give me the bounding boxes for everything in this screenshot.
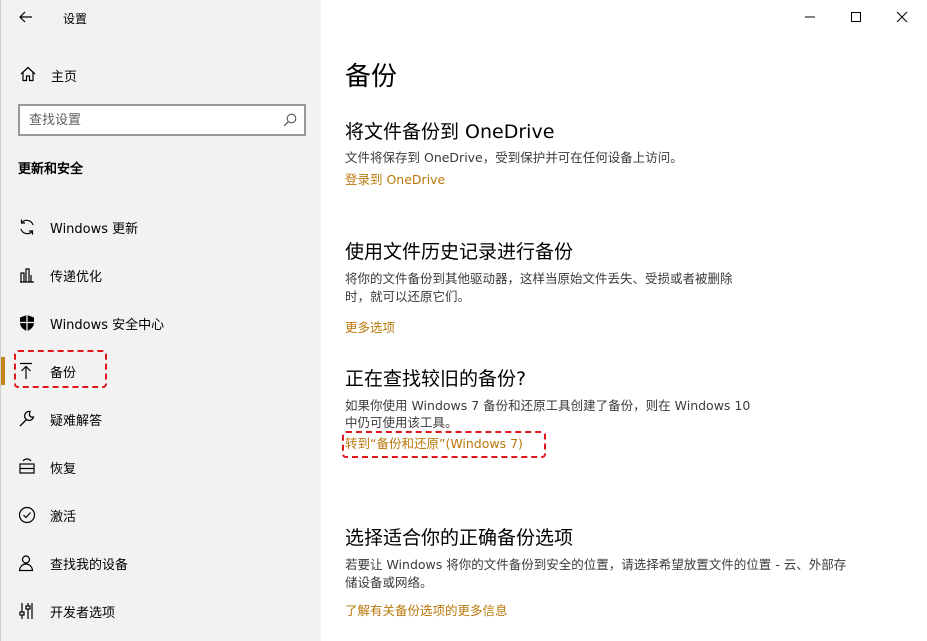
shield-icon bbox=[20, 315, 34, 331]
sidebar-item-label: 查找我的设备 bbox=[50, 558, 129, 573]
close-icon bbox=[896, 11, 908, 23]
backup-restore-windows7-link[interactable]: 转到“备份和还原”(Windows 7) bbox=[345, 433, 523, 452]
section-description-older-backup-line2: 中仍可使用该工具。 bbox=[345, 415, 458, 430]
section-title: 更新和安全 bbox=[18, 162, 84, 177]
maximize-icon bbox=[851, 12, 861, 22]
recovery-icon bbox=[19, 458, 35, 474]
sidebar-item-label: 疑难解答 bbox=[50, 414, 103, 429]
app-title: 设置 bbox=[63, 12, 88, 26]
sidebar-item-label: 开发者选项 bbox=[50, 606, 116, 621]
person-locate-icon bbox=[18, 555, 34, 572]
section-description-file-history-line1: 将你的文件备份到其他驱动器，这样当原始文件丢失、受损或者被删除 bbox=[345, 271, 733, 286]
dev-options-icon bbox=[19, 603, 33, 619]
sidebar-item-developer-options[interactable]: 开发者选项 bbox=[1, 588, 322, 632]
sidebar-item-windows-update[interactable]: Windows 更新 bbox=[1, 204, 322, 248]
section-description-backup-options-line2: 储设备或网络。 bbox=[345, 575, 433, 590]
minimize-button[interactable] bbox=[787, 0, 833, 34]
sidebar-item-delivery-optimization[interactable]: 传递优化 bbox=[1, 252, 322, 296]
home-nav-item[interactable]: 主页 bbox=[1, 56, 322, 92]
sidebar-item-troubleshoot[interactable]: 疑难解答 bbox=[1, 396, 322, 440]
section-description-backup-options-line1: 若要让 Windows 将你的文件备份到安全的位置，请选择希望放置文件的位置 -… bbox=[345, 557, 847, 572]
sync-icon bbox=[20, 219, 34, 235]
page-title: 备份 bbox=[345, 62, 398, 92]
section-heading-file-history: 使用文件历史记录进行备份 bbox=[345, 241, 574, 263]
delivery-icon bbox=[20, 268, 34, 283]
home-icon bbox=[20, 66, 36, 82]
search-box[interactable] bbox=[18, 104, 306, 136]
sidebar-item-label: 恢复 bbox=[50, 462, 77, 477]
sidebar: 设置 主页 更新和安全 Windows 更新 传递优化 Wind bbox=[0, 0, 321, 641]
section-description-onedrive: 文件将保存到 OneDrive，受到保护并可在任何设备上访问。 bbox=[345, 150, 683, 165]
sidebar-item-label: Windows 安全中心 bbox=[50, 318, 165, 333]
sign-in-onedrive-link[interactable]: 登录到 OneDrive bbox=[345, 169, 445, 188]
search-icon bbox=[283, 113, 297, 127]
more-options-link[interactable]: 更多选项 bbox=[345, 317, 395, 336]
sidebar-item-label: 激活 bbox=[50, 510, 77, 525]
sidebar-item-label: Windows 更新 bbox=[50, 222, 139, 237]
maximize-button[interactable] bbox=[833, 0, 879, 34]
section-heading-backup-options: 选择适合你的正确备份选项 bbox=[345, 527, 574, 549]
close-button[interactable] bbox=[879, 0, 925, 34]
sidebar-item-backup[interactable]: 备份 bbox=[1, 348, 322, 392]
sidebar-item-activation[interactable]: 激活 bbox=[1, 492, 322, 536]
sidebar-item-windows-security[interactable]: Windows 安全中心 bbox=[1, 300, 322, 344]
minimize-icon bbox=[805, 16, 815, 18]
learn-backup-options-link[interactable]: 了解有关备份选项的更多信息 bbox=[345, 600, 508, 619]
search-input[interactable] bbox=[20, 106, 270, 134]
section-description-older-backup-line1: 如果你使用 Windows 7 备份和还原工具创建了备份，则在 Windows … bbox=[345, 398, 751, 413]
section-heading-older-backup: 正在查找较旧的备份? bbox=[345, 368, 527, 390]
check-circle-icon bbox=[18, 506, 36, 524]
section-description-file-history-line2: 时，就可以还原它们。 bbox=[345, 289, 471, 304]
backup-icon bbox=[20, 362, 32, 379]
back-button[interactable] bbox=[9, 2, 43, 32]
title-bar: 设置 bbox=[1, 0, 322, 34]
wrench-icon bbox=[19, 410, 35, 427]
active-indicator bbox=[1, 357, 5, 385]
sidebar-item-find-my-device[interactable]: 查找我的设备 bbox=[1, 540, 322, 584]
section-heading-onedrive: 将文件备份到 OneDrive bbox=[345, 121, 555, 143]
sidebar-item-label: 传递优化 bbox=[50, 270, 103, 285]
sidebar-item-label: 备份 bbox=[50, 366, 77, 381]
home-label: 主页 bbox=[51, 70, 78, 85]
back-arrow-icon bbox=[19, 11, 32, 23]
sidebar-item-recovery[interactable]: 恢复 bbox=[1, 444, 322, 488]
